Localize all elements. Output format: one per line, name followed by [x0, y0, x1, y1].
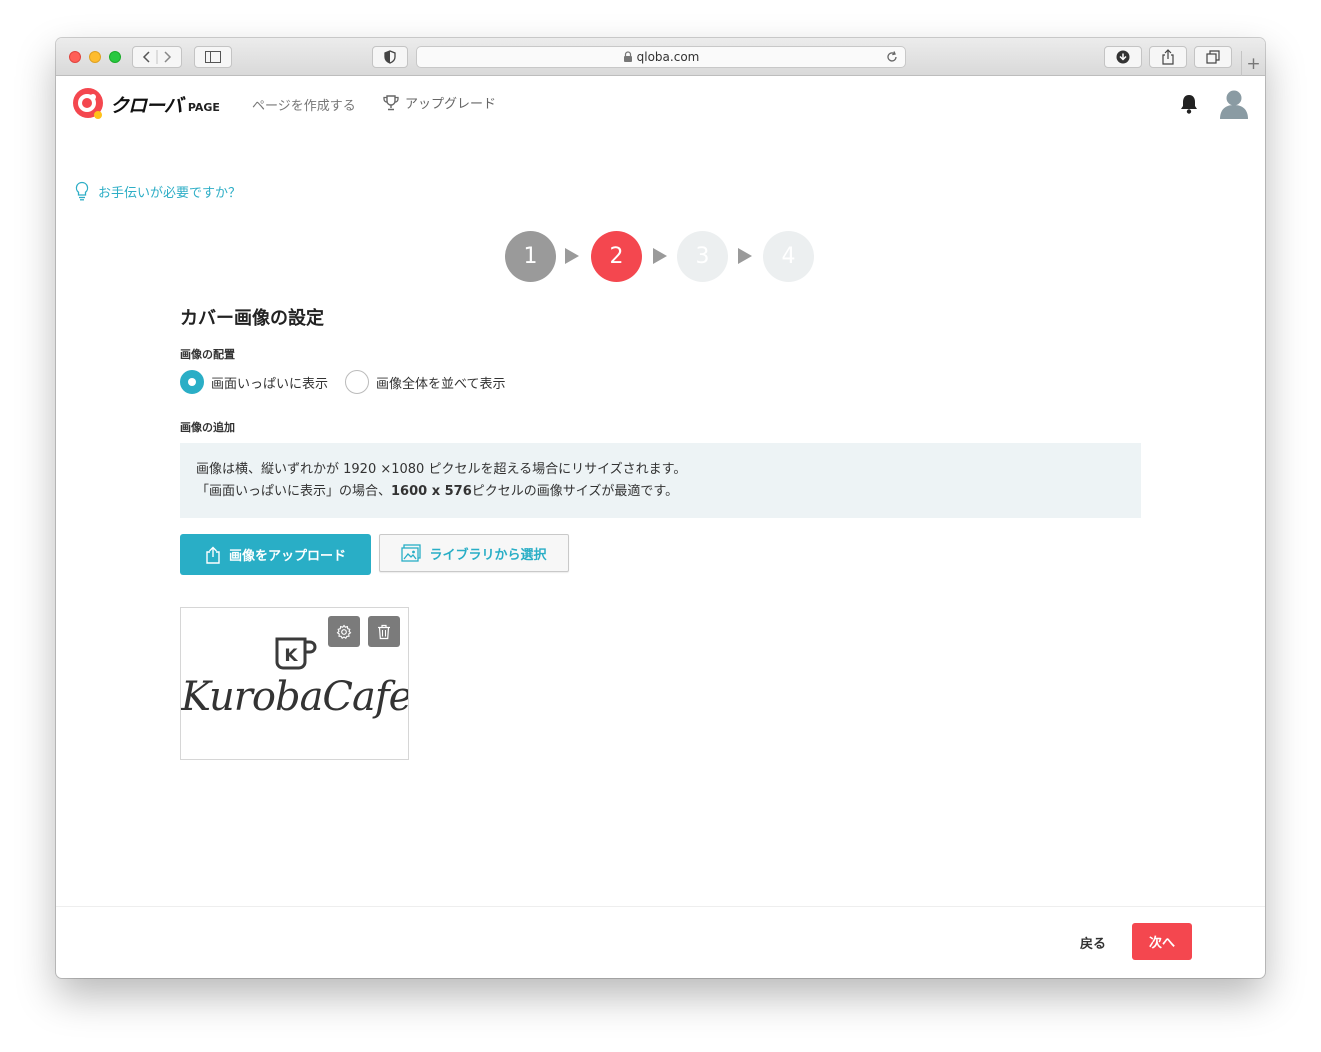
close-window-button[interactable] — [69, 51, 81, 63]
share-button[interactable] — [1149, 46, 1187, 68]
lock-icon — [623, 51, 632, 62]
delete-image-button[interactable] — [368, 616, 400, 647]
step-4-number: 4 — [781, 244, 796, 269]
app-header: クローバ PAGE ページを作成する アップグレード — [56, 76, 1265, 132]
placement-radio-group: 画面いっぱいに表示 画像全体を並べて表示 — [180, 370, 523, 394]
upload-icon — [206, 546, 220, 564]
privacy-report-button[interactable] — [372, 46, 408, 68]
notice-line-2-prefix: 「画面いっぱいに表示」の場合、 — [196, 484, 392, 499]
back-forward-buttons[interactable] — [132, 46, 182, 68]
step-3: 3 — [677, 231, 728, 282]
nav-upgrade-label: アップグレード — [405, 97, 497, 112]
step-2: 2 — [591, 231, 642, 282]
downloads-button[interactable] — [1104, 46, 1142, 68]
resize-notice: 画像は横、縦いずれかが 1920 ×1080 ピクセルを超える場合にリサイズされ… — [180, 443, 1141, 518]
cover-image-text: KurobaCafe — [181, 674, 409, 720]
upload-image-button[interactable]: 画像をアップロード — [180, 534, 371, 575]
qloba-logo[interactable]: クローバ PAGE — [72, 88, 220, 120]
placement-label: 画像の配置 — [180, 348, 235, 361]
browser-titlebar: qloba.com + — [56, 38, 1265, 76]
next-button[interactable]: 次へ — [1132, 923, 1192, 960]
radio-fill-screen-label[interactable]: 画面いっぱいに表示 — [211, 373, 328, 392]
new-tab-button[interactable]: + — [1241, 51, 1265, 76]
avatar[interactable] — [1219, 88, 1249, 120]
browser-window: qloba.com + クローバ PAGE ページを作成する アップグレード お… — [56, 38, 1265, 978]
add-image-label: 画像の追加 — [180, 421, 235, 434]
step-2-number: 2 — [609, 244, 624, 269]
image-gallery-icon — [401, 544, 422, 562]
qloba-logo-icon — [73, 88, 103, 119]
reload-icon[interactable] — [885, 50, 899, 64]
help-label: お手伝いが必要ですか？ — [98, 185, 242, 201]
cup-logo-letter: K — [284, 646, 298, 666]
page-title: カバー画像の設定 — [180, 308, 324, 329]
page-content: クローバ PAGE ページを作成する アップグレード お手伝いが必要ですか？ 1… — [56, 76, 1265, 978]
help-link[interactable]: お手伝いが必要ですか？ — [74, 181, 241, 201]
notice-line-1: 画像は横、縦いずれかが 1920 ×1080 ピクセルを超える場合にリサイズされ… — [196, 462, 687, 477]
back-button[interactable]: 戻る — [1080, 933, 1106, 952]
notice-line-2-suffix: ピクセルの画像サイズが最適です。 — [471, 484, 679, 499]
notice-optimal-size: 1600 x 576 — [391, 484, 472, 499]
next-button-label: 次へ — [1148, 936, 1175, 951]
upload-image-label: 画像をアップロード — [228, 549, 346, 564]
trash-icon — [378, 624, 390, 639]
cover-image-thumbnail: K KurobaCafe — [180, 607, 409, 760]
share-icon — [1162, 49, 1174, 65]
step-1-number: 1 — [523, 244, 538, 269]
trophy-icon — [383, 94, 399, 110]
download-icon — [1116, 50, 1130, 64]
zoom-window-button[interactable] — [109, 51, 121, 63]
lightbulb-icon — [75, 181, 89, 201]
radio-tile-image[interactable] — [345, 370, 370, 394]
logo-text: クローバ — [110, 94, 183, 117]
radio-fill-screen[interactable] — [180, 370, 204, 394]
step-arrow-icon — [565, 248, 579, 264]
step-1: 1 — [505, 231, 556, 282]
bell-icon[interactable] — [1178, 93, 1200, 115]
step-arrow-icon — [653, 248, 667, 264]
plus-icon: + — [1246, 53, 1261, 74]
minimize-window-button[interactable] — [89, 51, 101, 63]
select-from-library-button[interactable]: ライブラリから選択 — [379, 534, 569, 572]
radio-tile-image-label[interactable]: 画像全体を並べて表示 — [376, 373, 505, 392]
shield-icon — [384, 50, 396, 64]
wizard-footer: 戻る 次へ — [56, 906, 1265, 978]
image-settings-button[interactable] — [328, 616, 360, 647]
select-from-library-label: ライブラリから選択 — [429, 547, 547, 563]
tab-overview-button[interactable] — [1194, 46, 1232, 68]
step-arrow-icon — [738, 248, 752, 264]
gear-icon — [336, 624, 352, 639]
notice-line-2: 「画面いっぱいに表示」の場合、1600 x 576ピクセルの画像サイズが最適です… — [196, 481, 1125, 503]
step-3-number: 3 — [695, 244, 710, 269]
logo-suffix: PAGE — [187, 100, 220, 114]
nav-upgrade[interactable]: アップグレード — [382, 93, 496, 112]
url-text: qloba.com — [636, 50, 700, 64]
tabs-icon — [1206, 50, 1220, 64]
sidebar-icon — [205, 51, 221, 63]
chevron-left-right-icon — [142, 50, 172, 64]
nav-create-page[interactable]: ページを作成する — [252, 95, 356, 114]
step-4: 4 — [763, 231, 814, 282]
address-bar[interactable]: qloba.com — [416, 46, 906, 68]
cup-logo-icon: K — [275, 637, 317, 670]
sidebar-toggle-button[interactable] — [194, 46, 232, 68]
